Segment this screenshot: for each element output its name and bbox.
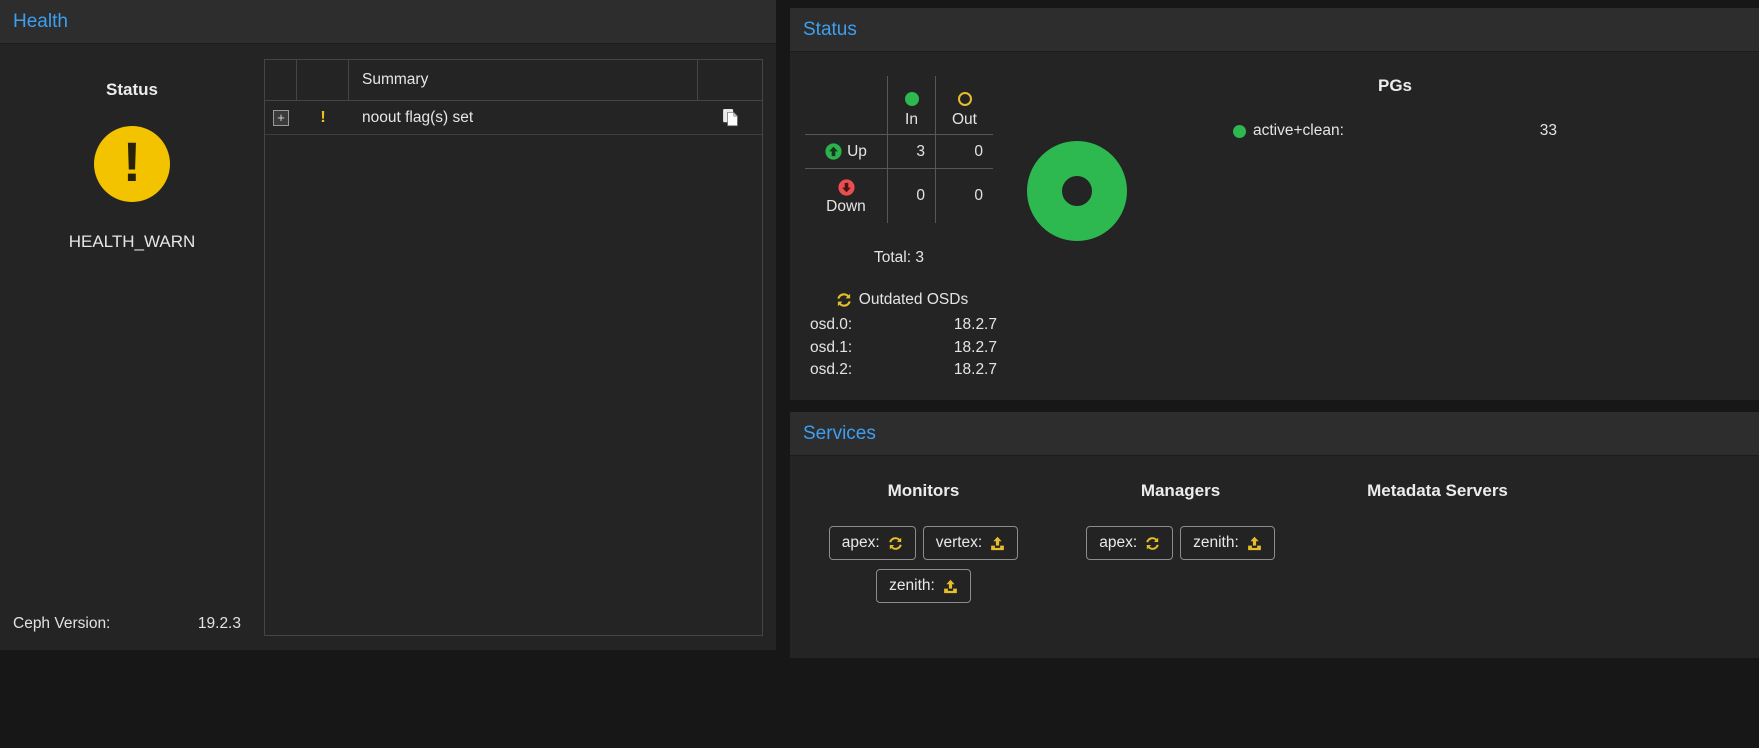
status-panel-header: Status [790, 8, 1759, 52]
refresh-icon [836, 292, 852, 308]
active-clean-dot-icon [1233, 125, 1246, 138]
pgs-heading: PGs [1230, 76, 1560, 96]
header-expand-column [265, 60, 297, 100]
list-item: osd.1: 18.2.7 [802, 337, 1002, 360]
status-panel: Status In Out Up [790, 8, 1759, 400]
service-name: apex: [1099, 534, 1137, 552]
out-label: Out [952, 111, 977, 129]
status-panel-title: Status [803, 19, 857, 41]
osd-status-block: In Out Up 3 0 [802, 62, 1002, 382]
status-badge: apex: [829, 526, 916, 560]
osd-version: 18.2.7 [954, 337, 997, 360]
outdated-osds-label: Outdated OSDs [859, 291, 968, 309]
osd-down-out-count: 0 [935, 168, 993, 223]
osd-name: osd.1: [810, 337, 852, 360]
copy-button[interactable] [698, 101, 762, 134]
health-panel-header: Health [0, 0, 776, 44]
health-status-value: HEALTH_WARN [0, 232, 264, 252]
refresh-icon [888, 536, 903, 551]
service-name: vertex: [936, 534, 983, 552]
services-panel-body: Monitors apex: vertex: [790, 456, 1759, 657]
down-circle-icon [838, 179, 855, 196]
osd-table-corner-cell [805, 76, 887, 134]
ceph-version-label: Ceph Version: [13, 615, 110, 633]
outdated-osds-heading: Outdated OSDs [802, 291, 1002, 309]
osd-version: 18.2.7 [954, 314, 997, 337]
table-row[interactable]: + ! noout flag(s) set [265, 101, 762, 135]
metadata-servers-column: Metadata Servers [1309, 456, 1566, 657]
expand-row-button[interactable]: + [273, 110, 289, 126]
health-panel-body: Status ! HEALTH_WARN Ceph Version: 19.2.… [0, 44, 776, 649]
upload-icon [990, 536, 1005, 551]
in-dot-icon [905, 92, 919, 106]
header-severity-column [297, 60, 349, 100]
osd-up-row-header: Up [805, 134, 887, 168]
pg-state-label: active+clean: [1253, 122, 1344, 140]
list-item: osd.2: 18.2.7 [802, 359, 1002, 382]
service-name: zenith: [889, 577, 935, 595]
osd-total: Total: 3 [805, 249, 993, 267]
osd-out-header: Out [935, 76, 993, 134]
status-badge: apex: [1086, 526, 1173, 560]
status-panel-body: In Out Up 3 0 [790, 52, 1759, 399]
osd-in-out-table: In Out Up 3 0 [805, 76, 1002, 223]
header-action-column [698, 60, 762, 100]
health-table-header: Summary [265, 60, 762, 101]
pgs-legend-row: active+clean: 33 [1230, 122, 1560, 140]
services-panel-header: Services [790, 412, 1759, 456]
osd-name: osd.2: [810, 359, 852, 382]
monitors-badges: apex: vertex: zenith: [795, 526, 1052, 603]
pg-donut-chart [1027, 141, 1127, 241]
monitors-heading: Monitors [795, 456, 1052, 501]
ceph-version-value: 19.2.3 [198, 615, 241, 633]
health-panel-title: Health [13, 11, 68, 33]
status-badge: zenith: [1180, 526, 1275, 560]
pg-state-count: 33 [1540, 122, 1557, 140]
metadata-servers-heading: Metadata Servers [1309, 456, 1566, 501]
monitors-column: Monitors apex: vertex: [795, 456, 1052, 657]
exclamation-mark: ! [123, 134, 142, 190]
osd-version: 18.2.7 [954, 359, 997, 382]
summary-column-header: Summary [349, 60, 698, 100]
up-circle-icon [825, 143, 842, 160]
status-badge: zenith: [876, 569, 971, 603]
refresh-icon [1145, 536, 1160, 551]
pgs-block: PGs active+clean: 33 [1230, 76, 1560, 140]
managers-badges: apex: zenith: [1052, 526, 1309, 560]
outdated-osds-list: osd.0: 18.2.7 osd.1: 18.2.7 osd.2: 18.2.… [802, 314, 1002, 382]
service-name: zenith: [1193, 534, 1239, 552]
copy-icon [721, 108, 740, 127]
status-badge: vertex: [923, 526, 1019, 560]
services-panel-title: Services [803, 423, 876, 445]
summary-cell: noout flag(s) set [349, 101, 698, 134]
services-panel: Services Monitors apex: vertex: [790, 412, 1759, 658]
osd-down-row-header: Down [805, 168, 887, 223]
managers-column: Managers apex: zenith: [1052, 456, 1309, 657]
osd-up-out-count: 0 [935, 134, 993, 168]
health-summary-table: Summary + ! noout flag(s) set [264, 59, 763, 636]
osd-in-header: In [887, 76, 935, 134]
upload-icon [1247, 536, 1262, 551]
ceph-version-row: Ceph Version: 19.2.3 [13, 615, 241, 633]
health-status-heading: Status [0, 44, 264, 100]
service-name: apex: [842, 534, 880, 552]
managers-heading: Managers [1052, 456, 1309, 501]
list-item: osd.0: 18.2.7 [802, 314, 1002, 337]
osd-up-in-count: 3 [887, 134, 935, 168]
up-label: Up [847, 143, 867, 161]
health-warning-icon: ! [94, 126, 170, 202]
down-label: Down [826, 198, 866, 216]
in-label: In [905, 111, 918, 129]
upload-icon [943, 579, 958, 594]
osd-down-in-count: 0 [887, 168, 935, 223]
out-ring-icon [958, 92, 972, 106]
osd-name: osd.0: [810, 314, 852, 337]
health-status-column: Status ! HEALTH_WARN Ceph Version: 19.2.… [0, 44, 264, 649]
health-panel: Health Status ! HEALTH_WARN Ceph Version… [0, 0, 776, 650]
warning-severity-icon: ! [320, 109, 325, 127]
